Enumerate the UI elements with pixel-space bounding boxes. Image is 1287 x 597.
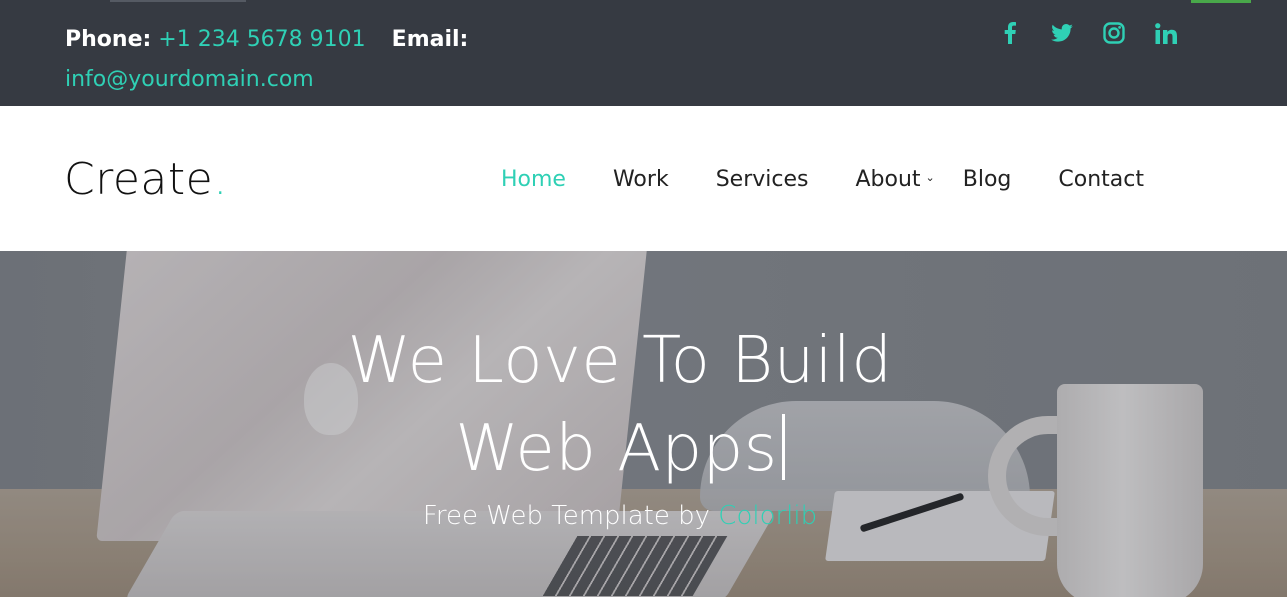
- social-links: [984, 18, 1192, 48]
- nav-label: Services: [715, 167, 809, 192]
- phone-link[interactable]: +1 234 5678 9101: [158, 27, 365, 52]
- hero-title: We Love To Build Web Apps: [300, 317, 940, 493]
- phone-label: Phone:: [65, 27, 152, 52]
- nav-item-work[interactable]: Work: [613, 162, 669, 198]
- top-ribbon-left: [110, 0, 246, 2]
- nav-label: Contact: [1058, 167, 1144, 192]
- colorlib-link[interactable]: Colorlib: [718, 501, 817, 531]
- instagram-icon[interactable]: [1088, 18, 1140, 48]
- email-link[interactable]: info@yourdomain.com: [65, 67, 314, 92]
- nav-item-services[interactable]: Services: [716, 162, 809, 198]
- hero-title-line2: Web Apps: [455, 412, 778, 486]
- hero-section: We Love To Build Web Apps Free Web Templ…: [0, 251, 1287, 597]
- main-navbar: Create. Home Work Services About ⌄ Blog …: [0, 106, 1287, 251]
- logo-dot: .: [213, 154, 228, 205]
- top-ribbon-right: [1191, 0, 1251, 3]
- hero-subtitle: Free Web Template by Colorlib: [300, 498, 940, 534]
- hero-subtitle-text: Free Web Template by: [422, 501, 719, 531]
- hero-title-line1: We Love To Build: [347, 324, 893, 398]
- facebook-icon[interactable]: [984, 18, 1036, 48]
- nav-item-contact[interactable]: Contact: [1058, 162, 1144, 198]
- nav-label: About: [855, 167, 921, 192]
- nav-item-blog[interactable]: Blog: [963, 162, 1012, 198]
- typing-cursor: [781, 414, 785, 480]
- top-contact-bar: Phone: +1 234 5678 9101 Email: info@yourd…: [0, 0, 1287, 106]
- main-menu: Home Work Services About ⌄ Blog Contact: [478, 162, 1144, 198]
- nav-item-home[interactable]: Home: [501, 162, 566, 198]
- linkedin-icon[interactable]: [1140, 18, 1192, 48]
- logo-text: Create: [64, 154, 214, 205]
- chevron-down-icon: ⌄: [925, 171, 935, 184]
- nav-label: Work: [612, 167, 669, 192]
- nav-item-about[interactable]: About ⌄: [855, 162, 934, 198]
- site-logo[interactable]: Create.: [64, 154, 228, 206]
- twitter-icon[interactable]: [1036, 18, 1088, 48]
- email-label: Email:: [391, 27, 469, 52]
- contact-info: Phone: +1 234 5678 9101 Email: info@yourd…: [65, 20, 485, 100]
- nav-label: Blog: [962, 167, 1012, 192]
- nav-label: Home: [501, 167, 566, 192]
